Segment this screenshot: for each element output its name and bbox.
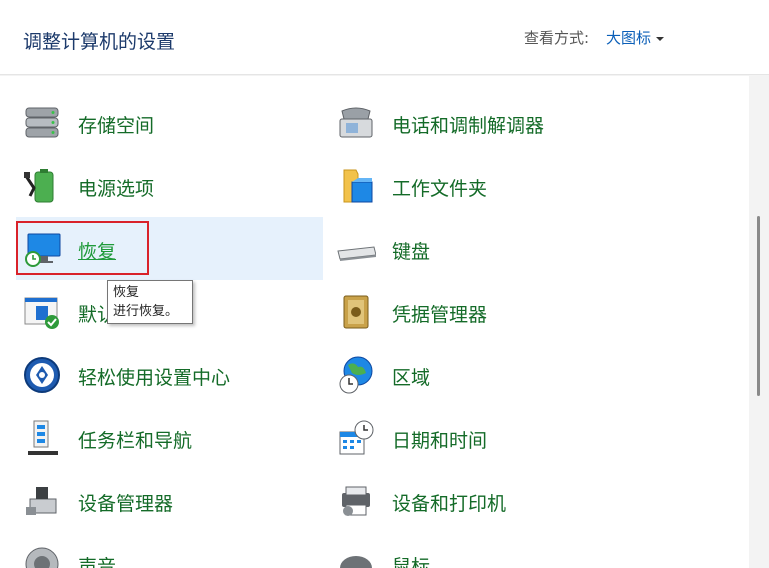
item-device-manager[interactable]: 设备管理器 (16, 469, 323, 532)
header: 调整计算机的设置 查看方式: 大图标 (0, 0, 769, 75)
ease-of-access-icon (24, 357, 60, 393)
view-by-dropdown[interactable]: 大图标 (606, 27, 665, 48)
credential-manager-icon (343, 295, 369, 329)
item-keyboard[interactable]: 键盘 (330, 217, 637, 280)
item-label[interactable]: 任务栏和导航 (78, 426, 192, 453)
item-label[interactable]: 设备和打印机 (392, 489, 506, 516)
devices-printers-icon (342, 486, 370, 516)
item-devices-printers[interactable]: 设备和打印机 (330, 469, 637, 532)
keyboard-icon (337, 246, 376, 261)
view-by-value[interactable]: 大图标 (606, 29, 651, 47)
item-label[interactable]: 凭据管理器 (392, 300, 487, 327)
item-label[interactable]: 声音 (78, 552, 116, 568)
tooltip-description: 进行恢复。 (113, 304, 179, 319)
date-time-icon (339, 420, 374, 455)
region-icon (339, 356, 373, 394)
view-by-label: 查看方式: (524, 29, 590, 47)
item-label[interactable]: 区域 (392, 363, 430, 390)
default-programs-icon (24, 297, 59, 329)
item-mouse[interactable]: 鼠标 (330, 532, 637, 568)
item-sound[interactable]: 声音 (16, 532, 323, 568)
item-phone-modem[interactable]: 电话和调制解调器 (330, 91, 637, 154)
item-taskbar-navigation[interactable]: 任务栏和导航 (16, 406, 323, 469)
work-folders-icon (343, 169, 373, 203)
item-storage-spaces[interactable]: 存储空间 (16, 91, 323, 154)
item-label[interactable]: 电话和调制解调器 (392, 111, 544, 138)
partial-item-icon (349, 76, 379, 80)
item-label[interactable]: 设备管理器 (78, 489, 173, 516)
item-ease-of-access[interactable]: 轻松使用设置中心 (16, 343, 323, 406)
item-label[interactable]: 日期和时间 (392, 426, 487, 453)
recovery-icon (25, 233, 61, 267)
tooltip: 恢复 进行恢复。 (107, 280, 193, 324)
control-panel-items: 存储空间 电源选项 恢复 默认 轻松使用设置中心 任务栏和导航 设备管理器 声音… (0, 76, 749, 568)
item-label[interactable]: 存储空间 (78, 111, 154, 138)
item-recovery[interactable]: 恢复 (16, 217, 323, 280)
item-power-options[interactable]: 电源选项 (16, 154, 323, 217)
item-label[interactable]: 鼠标 (392, 552, 430, 568)
sound-icon (25, 547, 59, 568)
vertical-scrollbar[interactable] (749, 76, 769, 568)
item-label[interactable]: 恢复 (78, 237, 116, 264)
tooltip-title: 恢复 (113, 285, 140, 300)
storage-icon (25, 107, 59, 138)
item-region[interactable]: 区域 (330, 343, 637, 406)
chevron-down-icon[interactable] (656, 36, 665, 41)
mouse-icon (340, 556, 372, 568)
item-date-time[interactable]: 日期和时间 (330, 406, 637, 469)
scrollbar-thumb[interactable] (757, 216, 760, 396)
device-manager-icon (26, 487, 57, 515)
power-icon (24, 169, 54, 203)
taskbar-icon (28, 420, 58, 455)
item-work-folders[interactable]: 工作文件夹 (330, 154, 637, 217)
partial-item-icon (26, 76, 56, 80)
page-title: 调整计算机的设置 (23, 31, 176, 53)
phone-modem-icon (339, 107, 373, 138)
item-label[interactable]: 轻松使用设置中心 (78, 363, 230, 390)
item-label[interactable]: 工作文件夹 (392, 174, 487, 201)
item-credential-manager[interactable]: 凭据管理器 (330, 280, 637, 343)
item-label[interactable]: 电源选项 (78, 174, 154, 201)
item-label[interactable]: 键盘 (392, 237, 430, 264)
